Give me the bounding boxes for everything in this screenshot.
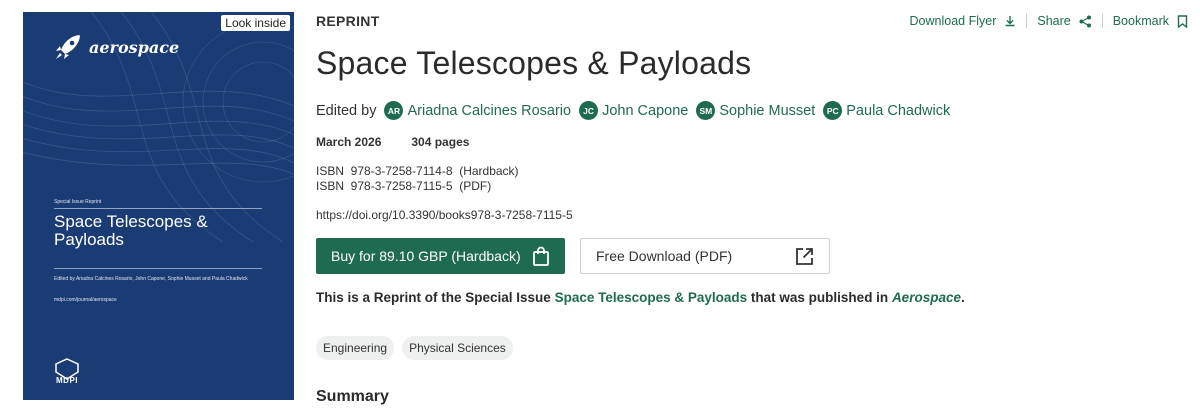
top-actions: Download Flyer Share Bookmark — [900, 14, 1188, 28]
isbn-hardback: ISBN 978-3-7258-7114-8 (Hardback) — [316, 164, 519, 178]
editor-name: Sophie Musset — [719, 102, 816, 119]
download-icon — [1005, 16, 1015, 27]
subject-chip-engineering[interactable]: Engineering — [316, 336, 395, 360]
special-issue-link[interactable]: Space Telescopes & Payloads — [555, 290, 748, 305]
editor-name: John Capone — [602, 102, 689, 119]
mdpi-logo: MDPI — [54, 358, 80, 385]
journal-name: aerospace — [89, 37, 180, 57]
editor-avatar: JC — [579, 101, 599, 120]
page-title: Space Telescopes & Payloads — [316, 45, 752, 81]
shopping-bag-icon — [533, 246, 549, 266]
book-cover[interactable]: Look inside aerospace Special Issue Repr… — [23, 12, 294, 400]
bookmark-icon — [1177, 14, 1188, 28]
editor-link[interactable]: JC John Capone — [579, 101, 688, 120]
bookmark-label: Bookmark — [1112, 14, 1169, 28]
summary-heading: Summary — [316, 388, 389, 405]
subject-chips: Engineering Physical Sciences — [316, 336, 513, 360]
bookmark-button[interactable]: Bookmark — [1101, 14, 1188, 28]
cover-title: Space Telescopes & Payloads — [54, 212, 208, 249]
external-link-icon — [796, 247, 813, 265]
cover-divider — [54, 268, 262, 269]
edited-by-label: Edited by — [316, 102, 377, 119]
free-download-label: Free Download (PDF) — [596, 248, 733, 264]
editor-avatar: PC — [823, 101, 843, 120]
publication-date: March 2026 — [316, 135, 382, 149]
special-issue-note: This is a Reprint of the Special Issue S… — [316, 290, 965, 305]
publisher-name: MDPI — [56, 376, 78, 385]
cover-divider — [54, 208, 262, 209]
cover-editors: Edited by Ariadna Calcines Rosario, John… — [54, 276, 248, 282]
share-label: Share — [1037, 14, 1071, 28]
share-icon — [1079, 15, 1091, 27]
cover-url: mdpi.com/journal/aerospace — [54, 297, 117, 303]
journal-logo: aerospace — [53, 32, 179, 62]
subject-chip-physical-sciences[interactable]: Physical Sciences — [402, 336, 513, 360]
download-flyer-label: Download Flyer — [909, 14, 997, 28]
special-issue-prefix: This is a Reprint of the Special Issue — [316, 290, 555, 305]
editor-name: Paula Chadwick — [846, 102, 951, 119]
isbn-pdf: ISBN 978-3-7258-7115-5 (PDF) — [316, 179, 492, 193]
editor-link[interactable]: PC Paula Chadwick — [823, 101, 950, 120]
buy-label: Buy for 89.10 GBP (Hardback) — [331, 248, 521, 264]
download-flyer-button[interactable]: Download Flyer — [900, 14, 1027, 28]
editor-avatar: SM — [696, 101, 716, 120]
share-button[interactable]: Share — [1026, 14, 1101, 28]
doi-link[interactable]: https://doi.org/10.3390/books978-3-7258-… — [316, 208, 573, 222]
reprint-label: REPRINT — [316, 13, 380, 29]
editor-link[interactable]: AR Ariadna Calcines Rosario — [384, 101, 571, 120]
editor-link[interactable]: SM Sophie Musset — [696, 101, 815, 120]
page-count: 304 pages — [411, 135, 470, 149]
buy-button[interactable]: Buy for 89.10 GBP (Hardback) — [316, 238, 565, 274]
look-inside-button[interactable]: Look inside — [221, 15, 290, 31]
journal-link[interactable]: Aerospace — [892, 290, 961, 305]
editor-name: Ariadna Calcines Rosario — [407, 102, 572, 119]
cover-special-issue-label: Special Issue Reprint — [54, 199, 102, 205]
publication-meta: March 2026 304 pages — [316, 135, 469, 149]
editor-avatar: AR — [384, 101, 404, 120]
special-issue-suffix: . — [960, 290, 965, 305]
cover-swirl-art — [23, 12, 294, 243]
rocket-icon — [56, 35, 80, 59]
special-issue-middle: that was published in — [747, 290, 892, 305]
free-download-button[interactable]: Free Download (PDF) — [580, 238, 830, 274]
editors-line: Edited by AR Ariadna Calcines Rosario JC… — [316, 101, 958, 120]
